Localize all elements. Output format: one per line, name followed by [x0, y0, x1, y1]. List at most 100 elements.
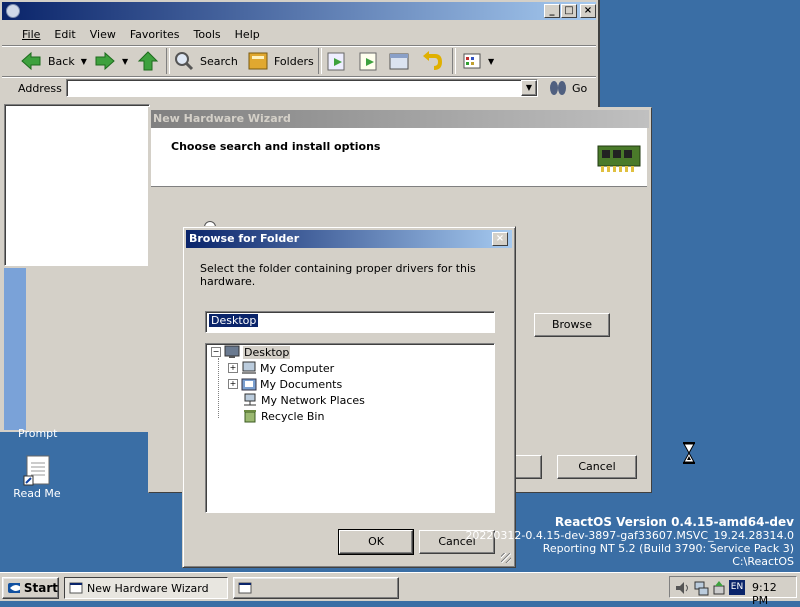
- language-indicator[interactable]: EN: [729, 580, 745, 595]
- close-button[interactable]: ×: [580, 4, 596, 18]
- collapse-icon[interactable]: −: [211, 347, 221, 357]
- explorer-titlebar[interactable]: _ □ ×: [2, 2, 596, 20]
- tree-label: Desktop: [243, 345, 291, 359]
- browse-instruction: Select the folder containing proper driv…: [200, 262, 476, 288]
- prompt-icon-label[interactable]: Prompt: [18, 427, 57, 440]
- back-label: Back: [48, 54, 75, 68]
- folder-name-field[interactable]: Desktop: [205, 311, 495, 333]
- clock[interactable]: 9:12 PM: [752, 581, 796, 607]
- tree-label: Recycle Bin: [261, 409, 325, 423]
- menu-bar: File Edit View Favorites Tools Help: [22, 28, 274, 44]
- copy-to-button[interactable]: [358, 48, 380, 74]
- delete-button[interactable]: [388, 48, 410, 74]
- browse-titlebar[interactable]: Browse for Folder ×: [186, 230, 512, 248]
- volume-icon[interactable]: [674, 580, 690, 596]
- expand-icon[interactable]: +: [228, 363, 238, 373]
- start-button[interactable]: Start: [2, 577, 59, 599]
- search-button[interactable]: Search: [174, 48, 238, 74]
- tree-item-my-computer[interactable]: + My Computer: [228, 360, 334, 376]
- views-dropdown-icon[interactable]: ▼: [488, 57, 494, 66]
- readme-label: Read Me: [13, 487, 61, 500]
- undo-button[interactable]: [421, 48, 443, 74]
- explorer-content-pane[interactable]: [4, 104, 150, 266]
- start-label: Start: [23, 581, 58, 595]
- browse-ok-button[interactable]: OK: [338, 529, 414, 555]
- hourglass-cursor-icon: [683, 442, 695, 464]
- move-to-button[interactable]: [326, 48, 348, 74]
- version-info: ReactOS Version 0.4.15-amd64-dev 2022031…: [465, 516, 794, 569]
- address-divider: [2, 76, 596, 78]
- maximize-button[interactable]: □: [561, 4, 577, 18]
- wizard-titlebar[interactable]: New Hardware Wizard: [151, 110, 649, 128]
- folder-tree[interactable]: − Desktop + My Computer + My Documents M…: [205, 343, 495, 513]
- safely-remove-icon[interactable]: [711, 580, 727, 596]
- hardware-card-icon: [597, 145, 641, 172]
- minimize-button[interactable]: _: [544, 4, 560, 18]
- menu-edit[interactable]: Edit: [54, 28, 75, 44]
- menu-help[interactable]: Help: [235, 28, 260, 44]
- forward-button[interactable]: ▼: [94, 48, 128, 74]
- menu-favorites[interactable]: Favorites: [130, 28, 180, 44]
- delete-icon: [389, 53, 409, 70]
- toolbar-divider: [2, 45, 596, 47]
- back-button[interactable]: Back ▼: [20, 48, 87, 74]
- wizard-next-button[interactable]: [515, 455, 542, 479]
- folders-label: Folders: [274, 54, 314, 68]
- tree-label: My Documents: [260, 377, 343, 391]
- tree-item-recycle-bin[interactable]: Recycle Bin: [242, 408, 324, 424]
- folders-button[interactable]: Folders: [248, 48, 314, 74]
- recycle-bin-icon: [244, 410, 256, 423]
- copy-to-icon: [359, 52, 377, 71]
- wizard-header: Choose search and install options: [151, 128, 647, 187]
- explorer-status-strip: [4, 268, 26, 430]
- browse-close-button[interactable]: ×: [492, 232, 508, 246]
- wizard-cancel-button[interactable]: Cancel: [557, 455, 637, 479]
- explorer-app-icon: [6, 4, 20, 18]
- toolbar-separator: [452, 48, 456, 74]
- go-label: Go: [572, 81, 588, 95]
- move-to-icon: [327, 52, 345, 71]
- network-icon: [244, 393, 256, 406]
- folder-name-value: Desktop: [209, 314, 259, 327]
- wizard-browse-button[interactable]: Browse: [534, 313, 610, 337]
- back-dropdown-icon[interactable]: ▼: [81, 57, 87, 66]
- version-build: 20220312-0.4.15-dev-3897-gaf33607.MSVC_1…: [465, 529, 794, 542]
- documents-icon: [241, 378, 257, 391]
- computer-icon: [242, 361, 256, 374]
- go-button[interactable]: Go: [548, 79, 587, 97]
- forward-dropdown-icon[interactable]: ▼: [122, 57, 128, 66]
- network-tray-icon[interactable]: [693, 580, 709, 596]
- views-button[interactable]: ▼: [462, 48, 494, 74]
- browse-title: Browse for Folder: [189, 232, 300, 245]
- forward-arrow-icon: [95, 51, 115, 71]
- tree-item-desktop[interactable]: − Desktop: [211, 344, 291, 360]
- tree-label: My Network Places: [261, 393, 365, 407]
- taskbar-item-wizard[interactable]: New Hardware Wizard: [64, 577, 228, 599]
- address-input[interactable]: ▼: [66, 79, 538, 97]
- reactos-logo-icon: [8, 583, 20, 593]
- menu-file[interactable]: File: [22, 28, 40, 44]
- go-icon: [550, 81, 566, 95]
- search-label: Search: [200, 54, 238, 68]
- search-icon: [175, 52, 194, 71]
- expand-icon[interactable]: +: [228, 379, 238, 389]
- up-button[interactable]: [137, 48, 159, 74]
- window-icon: [238, 582, 252, 594]
- menu-view[interactable]: View: [90, 28, 116, 44]
- address-dropdown-button[interactable]: ▼: [521, 80, 537, 96]
- desktop-icon: [224, 345, 240, 358]
- readme-shortcut[interactable]: Read Me: [10, 455, 64, 500]
- menu-tools[interactable]: Tools: [194, 28, 221, 44]
- tree-label: My Computer: [260, 361, 335, 375]
- document-icon: [23, 455, 50, 486]
- views-icon: [463, 53, 481, 69]
- toolbar-separator: [318, 48, 322, 74]
- window-icon: [69, 582, 83, 594]
- tree-item-my-documents[interactable]: + My Documents: [228, 376, 342, 392]
- taskbar-item-explorer[interactable]: [233, 577, 399, 599]
- taskbar-item-label: New Hardware Wizard: [87, 581, 209, 595]
- folders-icon: [248, 52, 268, 70]
- tree-item-my-network-places[interactable]: My Network Places: [242, 392, 365, 408]
- taskbar: Start New Hardware Wizard EN 9:12 PM: [0, 572, 800, 607]
- system-tray: EN 9:12 PM: [669, 576, 797, 607]
